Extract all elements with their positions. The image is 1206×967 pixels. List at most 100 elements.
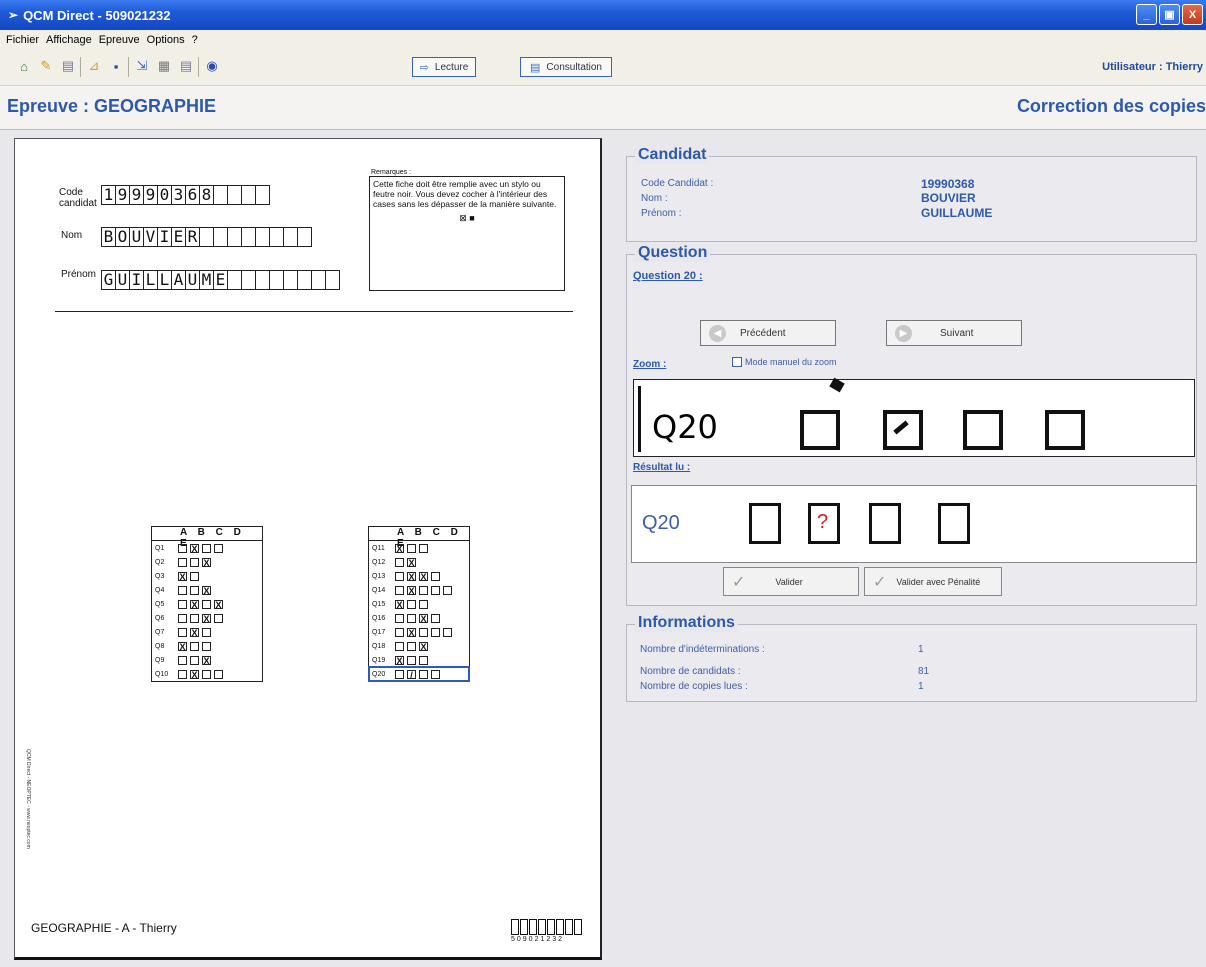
answer-checkbox xyxy=(407,599,416,609)
prenom-label: Prénom xyxy=(61,269,97,280)
grid-row: Q15 X xyxy=(369,597,469,611)
validate-button[interactable]: ✓ Valider xyxy=(723,567,859,596)
document-icon[interactable]: ▤ xyxy=(60,58,76,74)
previous-label: Précédent xyxy=(740,327,786,339)
answer-checkbox xyxy=(419,599,428,609)
export-icon[interactable]: ▤ xyxy=(178,58,194,74)
nom-char-box xyxy=(213,227,228,247)
grid-row: Q17 X xyxy=(369,625,469,639)
zoom-manual-label: Mode manuel du zoom xyxy=(745,357,837,367)
answer-checkbox: X xyxy=(407,571,416,582)
prenom-char-box xyxy=(283,270,298,290)
result-label: Résultat lu : xyxy=(633,462,691,473)
sheet-divider xyxy=(55,311,573,312)
remarks-panel: Remarques : Cette fiche doit être rempli… xyxy=(369,169,565,299)
list-icon[interactable]: ▦ xyxy=(156,58,172,74)
menu-epreuve[interactable]: Epreuve xyxy=(99,34,140,46)
import-icon[interactable]: ⇲ xyxy=(134,58,150,74)
next-button[interactable]: ▶ Suivant xyxy=(886,320,1022,346)
toolbar-separator xyxy=(198,57,199,77)
answer-checkbox xyxy=(407,613,416,623)
grid-question-label: Q11 xyxy=(372,544,385,552)
zoom-box-d xyxy=(1045,410,1085,450)
menu-options[interactable]: Options xyxy=(147,34,185,46)
result-box-d[interactable] xyxy=(938,503,970,544)
answer-checkbox xyxy=(395,641,404,651)
menu-fichier[interactable]: Fichier xyxy=(6,34,39,46)
grid-question-label: Q12 xyxy=(372,558,386,566)
prenom-char-box xyxy=(227,270,242,290)
remarks-text: Cette fiche doit être remplie avec un st… xyxy=(373,179,557,209)
grid-row: Q14 X xyxy=(369,583,469,597)
grid-row: Q7 X xyxy=(152,625,262,639)
nom-char-box xyxy=(227,227,242,247)
checkmark-icon: ✓ xyxy=(873,573,887,591)
page-header: Epreuve : GEOGRAPHIE Correction des copi… xyxy=(0,86,1206,130)
zoom-edge-mark xyxy=(638,386,641,452)
validate-penalty-button[interactable]: ✓ Valider avec Pénalité xyxy=(864,567,1002,596)
answer-checkbox: X xyxy=(190,543,199,554)
open-folder-icon[interactable]: ⊿ xyxy=(86,58,102,74)
edit-icon[interactable]: ✎ xyxy=(38,58,54,74)
result-box-b[interactable]: ? xyxy=(808,503,840,544)
grid-row: Q19 X xyxy=(369,653,469,667)
answer-checkbox xyxy=(190,557,199,567)
nom-char-box: V xyxy=(143,227,158,247)
result-box-a[interactable] xyxy=(749,503,781,544)
result-view: Q20 ? xyxy=(631,485,1197,563)
title-bar: ➢ QCM Direct - 509021232 _ ▣ X xyxy=(0,0,1206,30)
toolbar-separator xyxy=(80,57,81,77)
previous-button[interactable]: ◀ Précédent xyxy=(700,320,836,346)
nom-char-box xyxy=(199,227,214,247)
grid-question-label: Q20 xyxy=(372,670,386,678)
consultation-button[interactable]: ▤ Consultation xyxy=(520,57,612,77)
code-char-box: 0 xyxy=(157,185,172,205)
answer-checkbox xyxy=(202,641,211,651)
answer-checkbox: X xyxy=(190,669,199,680)
answer-checkbox xyxy=(431,669,440,679)
grid-question-label: Q17 xyxy=(372,628,386,636)
code-char-box: 9 xyxy=(143,185,158,205)
zoom-manual-checkbox[interactable] xyxy=(732,357,742,367)
code-label-line1: Code xyxy=(59,187,83,198)
nom-boxes: BOUVIER xyxy=(101,227,312,247)
grid-question-label: Q5 xyxy=(155,600,165,608)
menu-help[interactable]: ? xyxy=(192,34,198,46)
answer-checkbox xyxy=(419,627,428,637)
lecture-icon: ⇨ xyxy=(419,61,429,74)
home-icon[interactable]: ⌂ xyxy=(16,58,32,74)
grid-row: Q1 X xyxy=(152,541,262,555)
help-icon[interactable]: ◉ xyxy=(204,58,220,74)
zoom-box-c xyxy=(963,410,1003,450)
answer-checkbox xyxy=(395,557,404,567)
maximize-button[interactable]: ▣ xyxy=(1159,4,1180,25)
result-box-c[interactable] xyxy=(869,503,901,544)
answer-checkbox xyxy=(395,613,404,623)
save-icon[interactable]: ▪ xyxy=(108,58,124,74)
lecture-button[interactable]: ⇨ Lecture xyxy=(412,57,476,77)
answer-checkbox xyxy=(202,669,211,679)
minimize-button[interactable]: _ xyxy=(1136,4,1157,25)
prenom-char-box: L xyxy=(157,270,172,290)
remarks-marks: ⊠ ■ xyxy=(459,213,475,223)
zoom-tick-mark xyxy=(829,377,845,393)
grid-question-label: Q7 xyxy=(155,628,165,636)
menu-affichage[interactable]: Affichage xyxy=(46,34,92,46)
answer-checkbox xyxy=(178,543,187,553)
remarks-title: Remarques : xyxy=(371,169,412,176)
answer-checkbox xyxy=(419,655,428,665)
undetermined-mark: ? xyxy=(817,511,829,533)
code-char-box xyxy=(255,185,270,205)
grid-row: Q13 X X xyxy=(369,569,469,583)
grid-header: A B C D E xyxy=(152,527,262,549)
grid-row: Q9 X xyxy=(152,653,262,667)
current-question-link[interactable]: Question 20 : xyxy=(633,270,703,282)
close-button[interactable]: X xyxy=(1182,4,1203,25)
nom-char-box xyxy=(283,227,298,247)
nom-value: BOUVIER xyxy=(921,191,976,205)
answer-checkbox: X xyxy=(202,557,211,568)
zoom-question-label: Q20 xyxy=(652,408,718,446)
answer-checkbox: X xyxy=(419,613,428,624)
answer-checkbox: X xyxy=(395,599,404,610)
zoom-manual-toggle[interactable]: Mode manuel du zoom xyxy=(732,357,837,367)
